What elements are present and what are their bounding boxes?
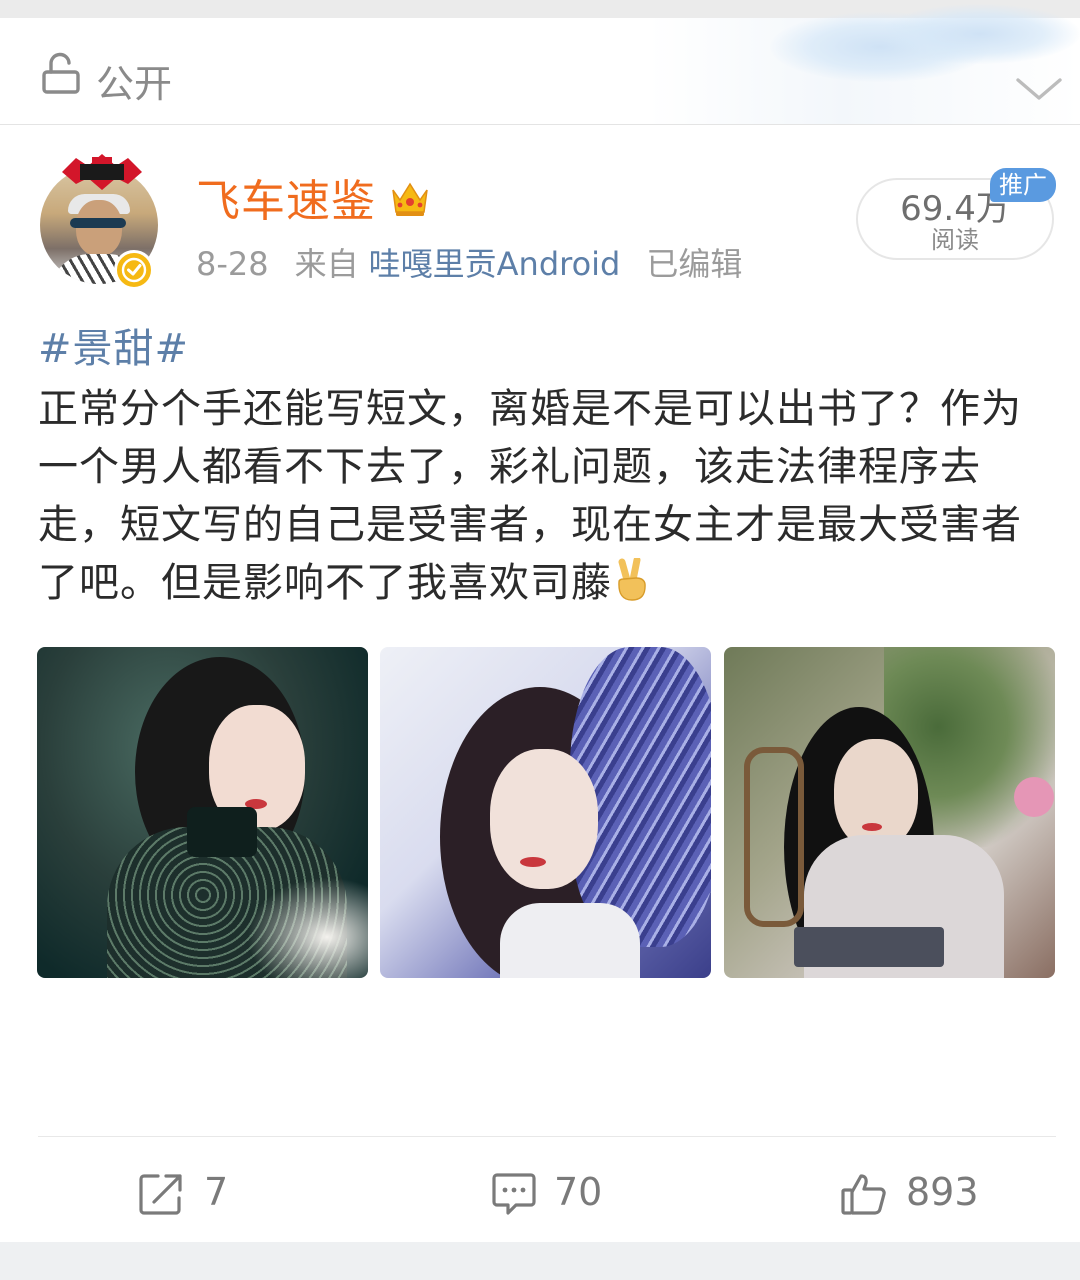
like-button[interactable]: 893 bbox=[840, 1166, 1000, 1218]
like-count: 893 bbox=[906, 1170, 979, 1214]
verified-badge-icon bbox=[114, 250, 154, 290]
crown-icon bbox=[392, 182, 428, 216]
source-link[interactable]: 哇嘎里贡Android bbox=[369, 245, 621, 283]
source-prefix: 来自 bbox=[294, 245, 359, 283]
post-text: 正常分个手还能写短文，离婚是不是可以出书了？作为一个男人都看不下去了，彩礼问题，… bbox=[38, 380, 1058, 612]
bottom-strip bbox=[0, 1242, 1080, 1280]
post-date: 8-28 bbox=[196, 245, 269, 283]
share-icon bbox=[139, 1174, 182, 1215]
hashtag-link[interactable]: #景甜# bbox=[38, 324, 189, 374]
lock-open-icon bbox=[42, 52, 80, 94]
thumbs-up-icon bbox=[841, 1174, 886, 1215]
avatar-banner-decoration bbox=[62, 154, 142, 190]
comment-button[interactable]: 70 bbox=[490, 1166, 630, 1218]
post-meta: 8-28 来自 哇嘎里贡Android 已编辑 bbox=[196, 244, 768, 284]
divider bbox=[38, 1136, 1056, 1137]
visibility-label: 公开 bbox=[96, 62, 173, 106]
post-body-text: 正常分个手还能写短文，离婚是不是可以出书了？作为一个男人都看不下去了，彩礼问题，… bbox=[38, 386, 1022, 606]
post-image-2[interactable] bbox=[380, 647, 711, 978]
post-image-1[interactable] bbox=[37, 647, 368, 978]
comment-icon bbox=[492, 1173, 536, 1215]
victory-hand-emoji bbox=[618, 558, 646, 601]
post-image-3[interactable] bbox=[724, 647, 1055, 978]
promote-badge[interactable]: 推广 bbox=[990, 168, 1056, 202]
repost-button[interactable]: 7 bbox=[138, 1166, 258, 1218]
read-label: 阅读 bbox=[931, 226, 979, 254]
chevron-down-icon[interactable] bbox=[1014, 68, 1064, 108]
edited-label[interactable]: 已编辑 bbox=[646, 245, 742, 283]
comment-count: 70 bbox=[554, 1170, 603, 1214]
repost-count: 7 bbox=[204, 1170, 229, 1214]
cloud-decoration bbox=[880, 4, 1080, 64]
visibility-bar[interactable]: 公开 bbox=[0, 4, 1080, 125]
author-name[interactable]: 飞车速鉴 bbox=[196, 176, 376, 228]
